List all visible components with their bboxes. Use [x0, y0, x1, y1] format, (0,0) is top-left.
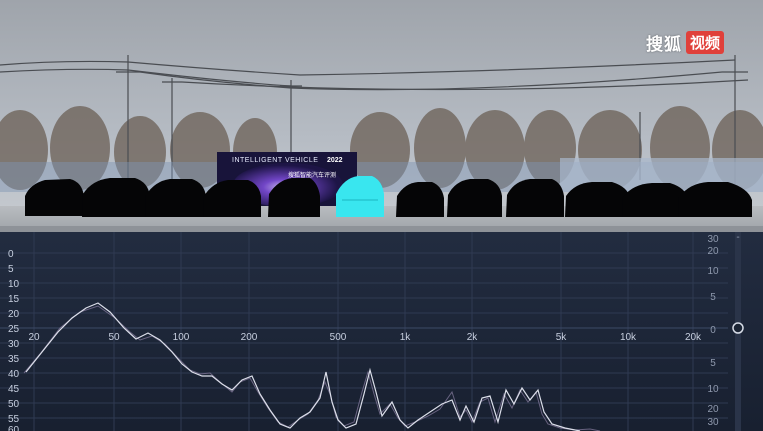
db-label: 50	[8, 399, 20, 410]
gain-label: 20	[707, 246, 719, 257]
db-label: 15	[8, 294, 20, 305]
db-label: 55	[8, 414, 20, 425]
spectrum-analyzer: 0 5 10 15 20 25 30 35 40 45 50 55 60 30 …	[0, 232, 763, 431]
db-label: 10	[8, 279, 20, 290]
freq-label: 1k	[400, 332, 412, 343]
gain-label: 5	[710, 292, 716, 303]
freq-label: 100	[173, 332, 190, 343]
db-label: 30	[8, 339, 20, 350]
freq-label: 500	[330, 332, 347, 343]
banner-title: INTELLIGENT VEHICLE	[232, 157, 319, 164]
freq-label: 200	[241, 332, 258, 343]
db-label: 20	[8, 309, 20, 320]
db-label: 5	[8, 264, 14, 275]
freq-label: 20	[28, 332, 40, 343]
watermark-badge: 视频	[686, 31, 725, 54]
freq-label: 50	[108, 332, 120, 343]
freq-label: 2k	[467, 332, 479, 343]
sohu-video-watermark: 搜狐 视频	[646, 30, 725, 55]
db-label: 25	[8, 324, 20, 335]
freq-label: 5k	[556, 332, 568, 343]
db-label: 40	[8, 369, 20, 380]
db-label: 35	[8, 354, 20, 365]
gain-label: 30	[707, 417, 719, 428]
gain-label: 10	[707, 384, 719, 395]
db-label: 45	[8, 384, 20, 395]
gain-label: 10	[707, 266, 719, 277]
watermark-brand: 搜狐	[646, 35, 682, 55]
gain-knob[interactable]	[732, 322, 744, 334]
gain-label: 5	[710, 358, 716, 369]
gain-label: 30	[707, 234, 719, 245]
freq-label: 20k	[685, 332, 702, 343]
gain-slider-top-marker: -	[736, 232, 739, 243]
db-label: 0	[8, 249, 14, 260]
freq-label: 10k	[620, 332, 637, 343]
gain-label: 20	[707, 404, 719, 415]
banner-year: 2022	[327, 157, 343, 164]
gain-label: 0	[710, 325, 716, 336]
banner-subtitle: 搜狐智能汽车评测	[288, 173, 337, 179]
db-label: 60	[8, 425, 20, 431]
